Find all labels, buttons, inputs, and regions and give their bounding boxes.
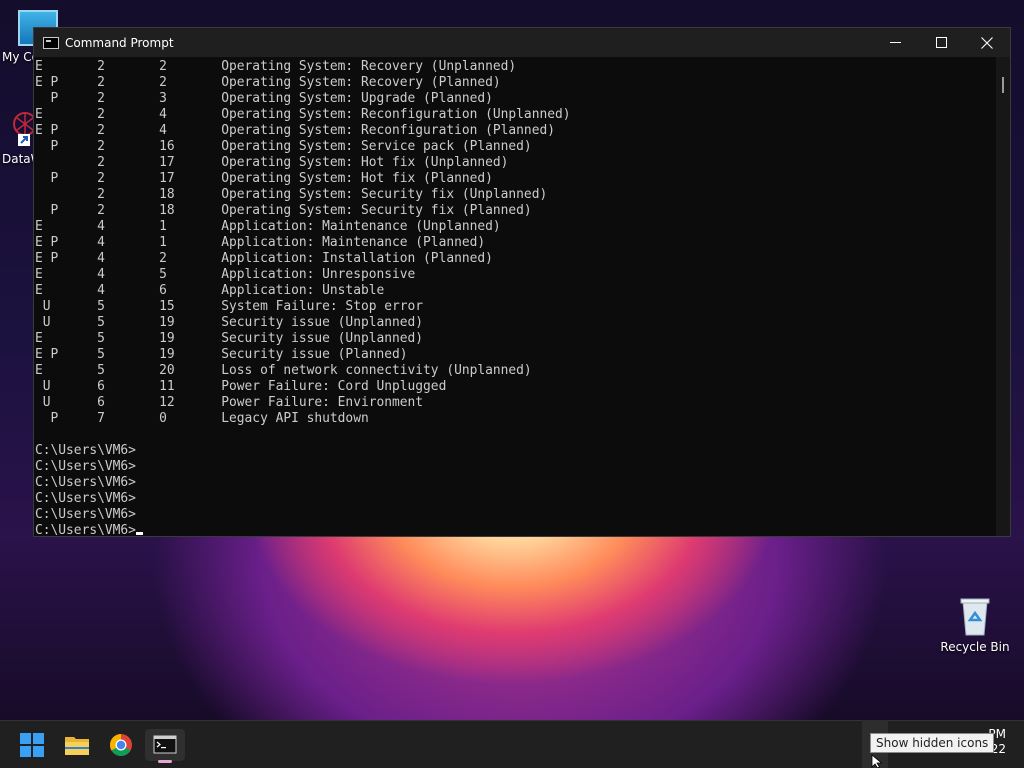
console-output[interactable]: E 2 2 Operating System: Recovery (Unplan… (34, 57, 996, 536)
desktop-icon-label: Recycle Bin (940, 640, 1010, 654)
command-prompt-icon (43, 36, 59, 49)
command-prompt-window[interactable]: Command Prompt E 2 2 Operating System: R… (33, 27, 1011, 537)
close-icon (981, 36, 993, 49)
active-app-indicator (158, 760, 172, 763)
taskbar-chrome[interactable] (104, 729, 138, 761)
folder-icon (65, 737, 89, 755)
start-button[interactable] (15, 729, 49, 761)
window-title: Command Prompt (65, 35, 174, 50)
minimize-icon (889, 42, 901, 43)
taskbar-file-explorer[interactable] (60, 729, 94, 761)
scrollbar-thumb[interactable] (1002, 77, 1004, 93)
windows-logo-icon (20, 733, 44, 757)
desktop-icon-recycle-bin[interactable]: Recycle Bin (938, 596, 1012, 654)
maximize-button[interactable] (918, 28, 964, 57)
recycle-bin-icon (959, 596, 991, 636)
title-bar[interactable]: Command Prompt (34, 28, 1010, 57)
tooltip: Show hidden icons (870, 733, 995, 753)
vertical-scrollbar[interactable] (996, 57, 1010, 536)
text-cursor (135, 532, 143, 535)
mouse-pointer-icon (871, 754, 883, 768)
chrome-icon (110, 734, 132, 756)
maximize-icon (935, 37, 947, 48)
minimize-button[interactable] (872, 28, 918, 57)
taskbar-command-prompt[interactable] (145, 729, 185, 763)
console-text: E 2 2 Operating System: Recovery (Unplan… (35, 59, 571, 536)
terminal-icon (153, 735, 177, 754)
close-button[interactable] (964, 28, 1010, 57)
